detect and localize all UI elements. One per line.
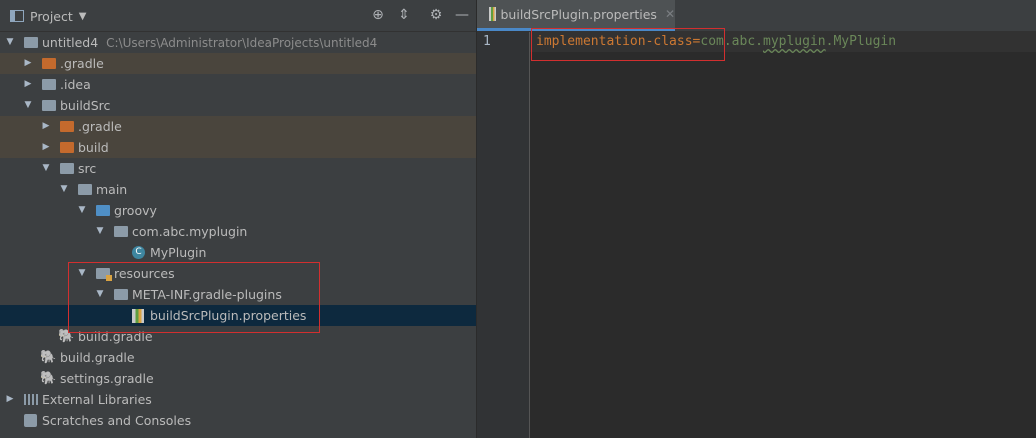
tree-item-gradle[interactable]: ▶ .gradle [0, 53, 476, 74]
tree-item-build-gradle[interactable]: 🐘 build.gradle [0, 347, 476, 368]
gear-icon[interactable]: ⚙ [428, 7, 444, 23]
tree-item-label: main [96, 182, 128, 197]
collapse-icon[interactable]: ⇕ [396, 7, 412, 23]
tree-item-main[interactable]: ▼ main [0, 179, 476, 200]
package-icon [114, 226, 128, 237]
chevron-down-icon: ▼ [78, 10, 87, 22]
tree-item-build[interactable]: ▶ build [0, 137, 476, 158]
tree-item-idea[interactable]: ▶ .idea [0, 74, 476, 95]
folder-icon [42, 79, 56, 90]
property-value-segment: myplugin [763, 34, 826, 49]
expand-arrow-icon[interactable]: ▼ [40, 158, 52, 179]
minimize-icon[interactable]: — [454, 7, 470, 23]
tree-item-label: groovy [114, 203, 157, 218]
folder-icon [78, 184, 92, 195]
module-folder-icon [42, 100, 56, 111]
collapse-arrow-icon[interactable]: ▶ [40, 137, 52, 158]
module-folder-icon [24, 37, 38, 48]
tree-item-label: .gradle [78, 119, 122, 134]
tree-item-label: settings.gradle [60, 371, 154, 386]
close-icon[interactable]: ✕ [665, 7, 675, 21]
excluded-folder-icon [60, 142, 74, 153]
tree-item-src[interactable]: ▼ src [0, 158, 476, 179]
project-view-selector[interactable]: Project ▼ [10, 6, 86, 26]
excluded-folder-icon [60, 121, 74, 132]
property-value-segment: MyPlugin [833, 34, 897, 49]
tree-item-label: untitled4 [42, 35, 99, 50]
tree-item-label: src [78, 161, 97, 176]
project-icon [10, 10, 24, 22]
tree-item-scratches[interactable]: Scratches and Consoles [0, 410, 476, 431]
expand-arrow-icon[interactable]: ▼ [22, 95, 34, 116]
expand-arrow-icon[interactable]: ▼ [76, 200, 88, 221]
project-tool-window: Project ▼ ⊕ ⇕ ⚙ — ▼ untitled4 C:\Users\Ad… [0, 0, 477, 438]
tree-item-myplugin[interactable]: C MyPlugin [0, 242, 476, 263]
tab-buildsrcplugin-properties[interactable]: buildSrcPlugin.properties ✕ [477, 0, 675, 31]
tree-item-label: build [78, 140, 109, 155]
line-number: 1 [483, 34, 491, 49]
tree-item-label: .idea [60, 77, 91, 92]
tree-item-settings-gradle[interactable]: 🐘 settings.gradle [0, 368, 476, 389]
groovy-class-icon: C [132, 246, 145, 259]
tree-item-label: build.gradle [60, 350, 135, 365]
folder-icon [60, 163, 74, 174]
tree-item-label: MyPlugin [150, 245, 207, 260]
tree-item-external-libraries[interactable]: ▶ External Libraries [0, 389, 476, 410]
crosshair-icon[interactable]: ⊕ [370, 7, 386, 23]
tree-item-untitled4[interactable]: ▼ untitled4 C:\Users\Administrator\IdeaPr… [0, 32, 476, 53]
tree-item-package[interactable]: ▼ com.abc.myplugin [0, 221, 476, 242]
properties-file-icon [489, 7, 496, 21]
gradle-icon: 🐘 [40, 350, 57, 365]
scratches-icon [24, 414, 37, 427]
tree-item-buildsrc[interactable]: ▼ buildSrc [0, 95, 476, 116]
expand-arrow-icon[interactable]: ▼ [58, 179, 70, 200]
annotation-box [68, 262, 320, 333]
collapse-arrow-icon[interactable]: ▶ [22, 74, 34, 95]
libraries-icon [24, 394, 38, 405]
project-panel-header: Project ▼ ⊕ ⇕ ⚙ — [0, 0, 476, 32]
project-path: C:\Users\Administrator\IdeaProjects\unti… [106, 36, 378, 50]
tree-item-groovy[interactable]: ▼ groovy [0, 200, 476, 221]
expand-arrow-icon[interactable]: ▼ [4, 32, 16, 53]
tree-item-label: External Libraries [42, 392, 152, 407]
tab-label: buildSrcPlugin.properties [500, 6, 657, 22]
tree-item-buildsrc-gradle[interactable]: ▶ .gradle [0, 116, 476, 137]
collapse-arrow-icon[interactable]: ▶ [4, 389, 16, 410]
tree-item-label: buildSrc [60, 98, 111, 113]
annotation-box [531, 28, 725, 61]
tree-item-label: Scratches and Consoles [42, 413, 192, 428]
expand-arrow-icon[interactable]: ▼ [94, 221, 106, 242]
project-title: Project [30, 8, 73, 24]
source-folder-icon [96, 205, 110, 216]
tree-item-label: com.abc.myplugin [132, 224, 248, 239]
collapse-arrow-icon[interactable]: ▶ [40, 116, 52, 137]
gradle-icon: 🐘 [40, 371, 57, 386]
tree-item-label: .gradle [60, 56, 104, 71]
editor-gutter [477, 32, 530, 438]
excluded-folder-icon [42, 58, 56, 69]
collapse-arrow-icon[interactable]: ▶ [22, 53, 34, 74]
